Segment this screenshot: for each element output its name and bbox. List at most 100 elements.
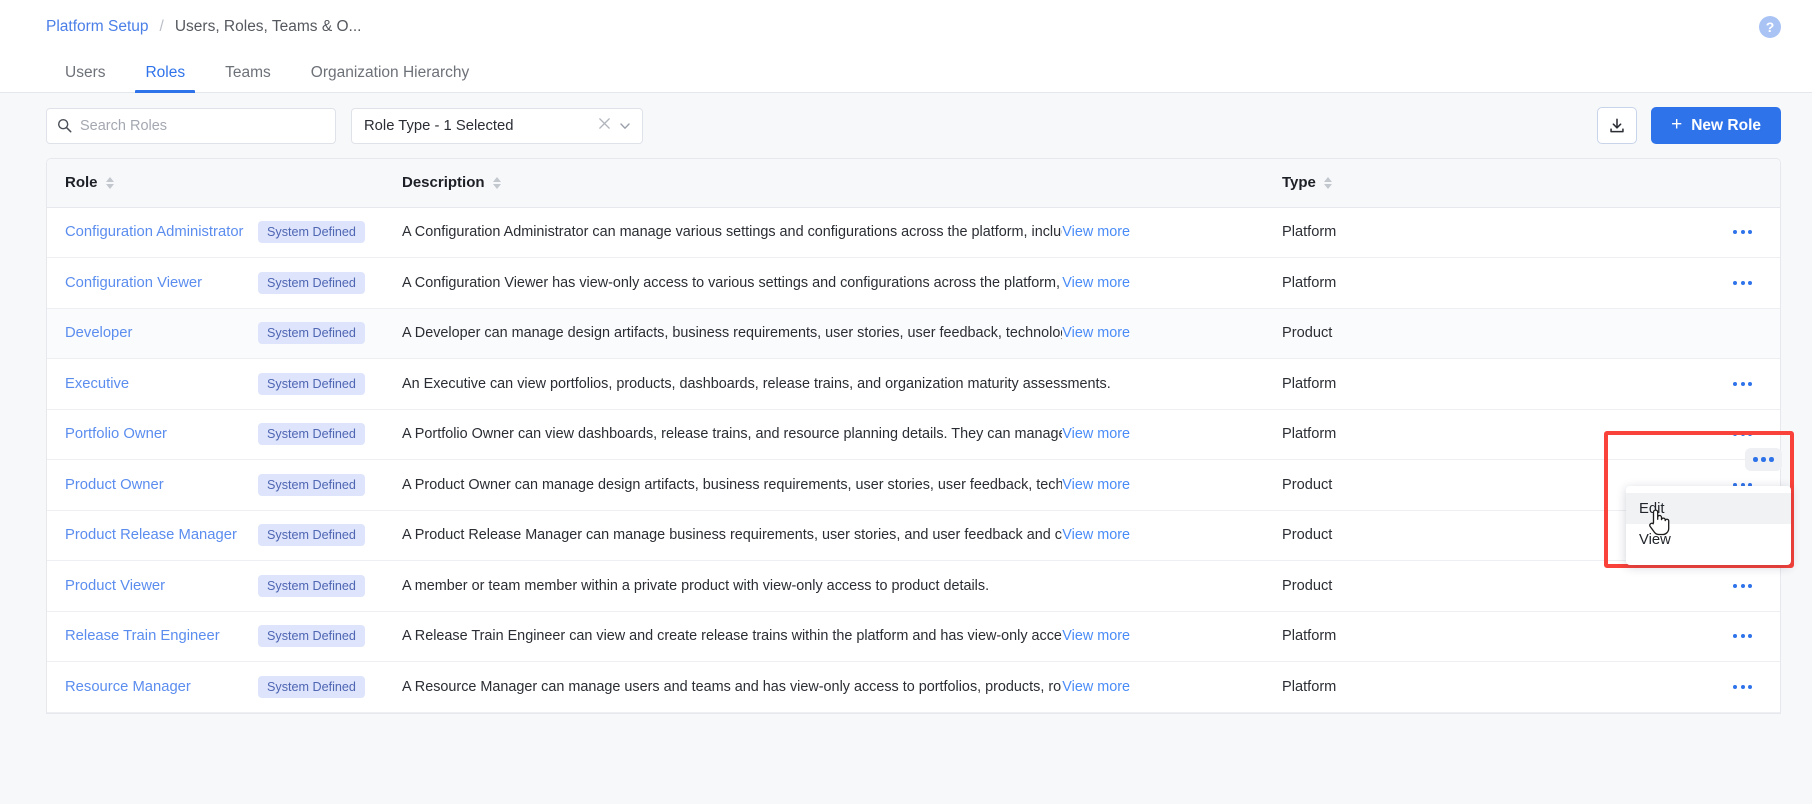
role-name-link[interactable]: Resource Manager bbox=[65, 679, 258, 695]
description-text: A Release Train Engineer can view and cr… bbox=[402, 628, 1062, 645]
description-text: A Configuration Viewer has view-only acc… bbox=[402, 274, 1062, 291]
role-name-link[interactable]: Release Train Engineer bbox=[65, 628, 258, 644]
page-root: Platform Setup / Users, Roles, Teams & O… bbox=[0, 0, 1812, 804]
table-row[interactable]: Configuration Viewer System Defined A Conf… bbox=[47, 258, 1780, 309]
column-header-description[interactable]: Description bbox=[402, 159, 1282, 208]
sort-type-icon[interactable] bbox=[1323, 176, 1332, 189]
table-row[interactable]: Executive System Defined An Executive can … bbox=[47, 359, 1780, 409]
view-more-link[interactable]: View more bbox=[1062, 527, 1130, 543]
description-text: A Developer can manage design artifacts,… bbox=[402, 325, 1062, 342]
role-cell: Portfolio Owner System Defined bbox=[47, 410, 402, 460]
help-icon[interactable]: ? bbox=[1759, 16, 1781, 38]
description-cell: A member or team member within a private… bbox=[402, 561, 1282, 612]
system-defined-badge: System Defined bbox=[258, 675, 365, 698]
role-cell: Executive System Defined bbox=[47, 359, 402, 409]
role-name-link[interactable]: Executive bbox=[65, 376, 258, 392]
description-text: A Resource Manager can manage users and … bbox=[402, 678, 1062, 695]
view-more-link[interactable]: View more bbox=[1062, 224, 1130, 240]
table-header-row: Role Description Type bbox=[47, 159, 1780, 208]
toolbar-actions: + New Role bbox=[1597, 107, 1781, 144]
column-header-description-label: Description bbox=[402, 174, 485, 192]
row-actions-cell bbox=[1462, 561, 1780, 612]
toolbar: Role Type - 1 Selected bbox=[0, 93, 1812, 158]
row-actions-ellipsis-button[interactable] bbox=[1727, 424, 1758, 444]
description-text: An Executive can view portfolios, produc… bbox=[402, 375, 1111, 392]
view-more-link[interactable]: View more bbox=[1062, 275, 1130, 291]
role-name-link[interactable]: Configuration Administrator bbox=[65, 224, 258, 240]
menu-item-view[interactable]: View bbox=[1626, 524, 1791, 555]
table-row[interactable]: Developer System Defined A Developer can m… bbox=[47, 308, 1780, 359]
role-cell: Product Viewer System Defined bbox=[47, 561, 402, 611]
view-more-link[interactable]: View more bbox=[1062, 325, 1130, 341]
role-name-link[interactable]: Configuration Viewer bbox=[65, 275, 258, 291]
table-row[interactable]: Product Release Manager System Defined A P… bbox=[47, 510, 1780, 561]
type-cell: Platform bbox=[1282, 224, 1337, 241]
search-roles-box[interactable] bbox=[46, 107, 336, 144]
table-row[interactable]: Resource Manager System Defined A Resource… bbox=[47, 662, 1780, 713]
description-cell: A Product Release Manager can manage bus… bbox=[402, 510, 1282, 561]
chevron-down-icon[interactable] bbox=[618, 119, 632, 133]
role-name-link[interactable]: Developer bbox=[65, 325, 258, 341]
breadcrumb-separator: / bbox=[159, 17, 164, 35]
column-header-role[interactable]: Role bbox=[47, 159, 402, 208]
role-cell: Product Release Manager System Defined bbox=[47, 511, 402, 561]
view-more-link[interactable]: View more bbox=[1062, 628, 1130, 644]
view-more-link[interactable]: View more bbox=[1062, 679, 1130, 695]
table-row[interactable]: Release Train Engineer System Defined A Re… bbox=[47, 611, 1780, 662]
role-type-filter-label: Role Type - 1 Selected bbox=[364, 117, 514, 134]
table-row[interactable]: Portfolio Owner System Defined A Portfolio… bbox=[47, 409, 1780, 460]
type-cell: Platform bbox=[1282, 426, 1337, 443]
new-role-button[interactable]: + New Role bbox=[1651, 107, 1781, 144]
row-actions-ellipsis-button[interactable] bbox=[1727, 374, 1758, 394]
breadcrumb-root-link[interactable]: Platform Setup bbox=[46, 18, 149, 36]
row-actions-ellipsis-button[interactable] bbox=[1727, 576, 1758, 596]
plus-icon: + bbox=[1671, 114, 1683, 135]
table-head: Role Description Type bbox=[47, 159, 1780, 208]
description-text: A Product Release Manager can manage bus… bbox=[402, 527, 1062, 544]
description-cell: A Developer can manage design artifacts,… bbox=[402, 308, 1282, 359]
type-cell: Platform bbox=[1282, 628, 1337, 645]
download-button[interactable] bbox=[1597, 107, 1638, 144]
tab-users[interactable]: Users bbox=[45, 64, 125, 92]
tab-bar: Users Roles Teams Organization Hierarchy bbox=[0, 53, 1812, 93]
role-name-link[interactable]: Product Viewer bbox=[65, 578, 258, 594]
table-row[interactable]: Product Owner System Defined A Product Own… bbox=[47, 460, 1780, 511]
view-more-link[interactable]: View more bbox=[1062, 477, 1130, 493]
new-role-label: New Role bbox=[1691, 116, 1761, 134]
system-defined-badge: System Defined bbox=[258, 524, 365, 547]
description-cell: A Product Owner can manage design artifa… bbox=[402, 460, 1282, 511]
row-actions-ellipsis-button[interactable] bbox=[1727, 222, 1758, 242]
role-name-link[interactable]: Portfolio Owner bbox=[65, 426, 258, 442]
table-row[interactable]: Configuration Administrator System Define… bbox=[47, 207, 1780, 258]
system-defined-badge: System Defined bbox=[258, 322, 365, 345]
menu-item-edit[interactable]: Edit bbox=[1626, 493, 1791, 524]
clear-filter-icon[interactable] bbox=[591, 117, 618, 134]
type-cell: Product bbox=[1282, 476, 1333, 493]
table-row[interactable]: Product Viewer System Defined A member or … bbox=[47, 561, 1780, 612]
role-name-link[interactable]: Product Release Manager bbox=[65, 527, 258, 543]
search-icon bbox=[57, 118, 72, 133]
view-more-link[interactable]: View more bbox=[1062, 426, 1130, 442]
row-actions-ellipsis-button[interactable] bbox=[1727, 273, 1758, 293]
row-actions-ellipsis-button-active[interactable] bbox=[1745, 448, 1782, 471]
description-cell: A Configuration Viewer has view-only acc… bbox=[402, 258, 1282, 309]
column-header-type[interactable]: Type bbox=[1282, 159, 1462, 208]
sort-role-icon[interactable] bbox=[105, 176, 114, 189]
description-cell: A Release Train Engineer can view and cr… bbox=[402, 611, 1282, 662]
role-type-filter[interactable]: Role Type - 1 Selected bbox=[351, 107, 643, 144]
tab-roles[interactable]: Roles bbox=[125, 64, 205, 93]
type-cell: Product bbox=[1282, 577, 1333, 594]
row-actions-cell bbox=[1462, 258, 1780, 309]
roles-table: Role Description Type Configuration Admi… bbox=[47, 159, 1780, 713]
search-input[interactable] bbox=[80, 117, 325, 134]
role-name-link[interactable]: Product Owner bbox=[65, 477, 258, 493]
row-actions-ellipsis-button[interactable] bbox=[1727, 626, 1758, 646]
row-actions-cell bbox=[1462, 662, 1780, 713]
row-actions-ellipsis-button[interactable] bbox=[1727, 677, 1758, 697]
tab-organization-hierarchy[interactable]: Organization Hierarchy bbox=[291, 64, 490, 92]
system-defined-badge: System Defined bbox=[258, 473, 365, 496]
sort-description-icon[interactable] bbox=[492, 176, 501, 189]
system-defined-badge: System Defined bbox=[258, 221, 365, 244]
description-cell: A Resource Manager can manage users and … bbox=[402, 662, 1282, 713]
tab-teams[interactable]: Teams bbox=[205, 64, 291, 92]
